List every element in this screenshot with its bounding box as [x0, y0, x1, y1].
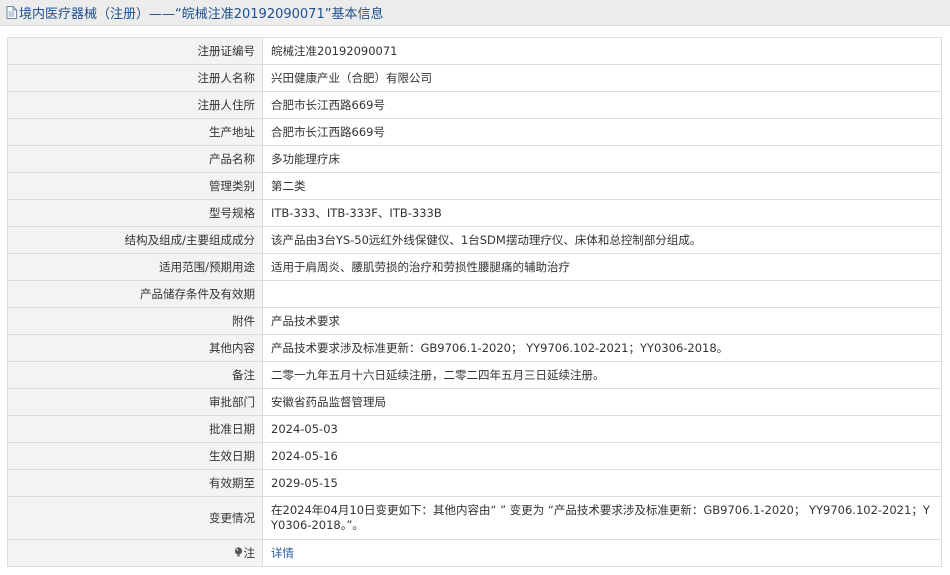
row-value: 2024-05-16: [262, 442, 942, 470]
table-row: 产品名称 多功能理疗床: [7, 145, 942, 173]
row-label: 审批部门: [7, 388, 263, 416]
table-row: 型号规格 ITB-333、ITB-333F、ITB-333B: [7, 199, 942, 227]
row-label: 产品储存条件及有效期: [7, 280, 263, 308]
row-value: 安徽省药品监督管理局: [262, 388, 942, 416]
row-value: 第二类: [262, 172, 942, 200]
row-value: 合肥市长江西路669号: [262, 118, 942, 146]
row-label: 生产地址: [7, 118, 263, 146]
note-label-cell: 注: [7, 539, 263, 567]
row-value: 多功能理疗床: [262, 145, 942, 173]
row-value: 产品技术要求涉及标准更新：GB9706.1-2020； YY9706.102-2…: [262, 334, 942, 362]
note-row: 注 详情: [7, 539, 942, 567]
row-value: 合肥市长江西路669号: [262, 91, 942, 119]
table-row: 备注 二零一九年五月十六日延续注册，二零二四年五月三日延续注册。: [7, 361, 942, 389]
row-value: 产品技术要求: [262, 307, 942, 335]
table-row: 适用范围/预期用途 适用于肩周炎、腰肌劳损的治疗和劳损性腰腿痛的辅助治疗: [7, 253, 942, 281]
table-row: 注册人名称 兴田健康产业（合肥）有限公司: [7, 64, 942, 92]
table-row: 注册证编号 皖械注准20192090071: [7, 37, 942, 65]
row-value: 在2024年04月10日变更如下：其他内容由“ ” 变更为 “产品技术要求涉及标…: [262, 496, 942, 540]
details-link[interactable]: 详情: [271, 546, 294, 560]
table-row: 附件 产品技术要求: [7, 307, 942, 335]
row-label: 注册人名称: [7, 64, 263, 92]
row-value: 二零一九年五月十六日延续注册，二零二四年五月三日延续注册。: [262, 361, 942, 389]
row-label: 型号规格: [7, 199, 263, 227]
table-row: 产品储存条件及有效期: [7, 280, 942, 308]
row-value: 兴田健康产业（合肥）有限公司: [262, 64, 942, 92]
row-label: 生效日期: [7, 442, 263, 470]
lightbulb-icon: [234, 546, 242, 556]
table-row: 审批部门 安徽省药品监督管理局: [7, 388, 942, 416]
table-row: 其他内容 产品技术要求涉及标准更新：GB9706.1-2020； YY9706.…: [7, 334, 942, 362]
row-label: 管理类别: [7, 172, 263, 200]
document-icon: [6, 6, 17, 19]
row-value: 皖械注准20192090071: [262, 37, 942, 65]
table-row: 变更情况 在2024年04月10日变更如下：其他内容由“ ” 变更为 “产品技术…: [7, 496, 942, 540]
page-header: 境内医疗器械（注册）——“皖械注准20192090071”基本信息: [0, 0, 950, 26]
row-label: 变更情况: [7, 496, 263, 540]
row-label: 有效期至: [7, 469, 263, 497]
table-row: 有效期至 2029-05-15: [7, 469, 942, 497]
table-row: 注册人住所 合肥市长江西路669号: [7, 91, 942, 119]
table-row: 生效日期 2024-05-16: [7, 442, 942, 470]
row-label: 备注: [7, 361, 263, 389]
row-label: 结构及组成/主要组成成分: [7, 226, 263, 254]
row-value: [262, 280, 942, 308]
row-label: 其他内容: [7, 334, 263, 362]
table-row: 批准日期 2024-05-03: [7, 415, 942, 443]
table-row: 管理类别 第二类: [7, 172, 942, 200]
note-value: 详情: [262, 539, 942, 567]
row-label: 注册人住所: [7, 91, 263, 119]
table-row: 生产地址 合肥市长江西路669号: [7, 118, 942, 146]
table-row: 结构及组成/主要组成成分 该产品由3台YS-50远红外线保健仪、1台SDM摆动理…: [7, 226, 942, 254]
row-label: 产品名称: [7, 145, 263, 173]
page-title: 境内医疗器械（注册）——“皖械注准20192090071”基本信息: [19, 7, 384, 22]
info-table: 注册证编号 皖械注准20192090071 注册人名称 兴田健康产业（合肥）有限…: [7, 37, 942, 567]
row-value: 2029-05-15: [262, 469, 942, 497]
note-label: 注: [243, 545, 256, 560]
row-value: ITB-333、ITB-333F、ITB-333B: [262, 199, 942, 227]
row-label: 适用范围/预期用途: [7, 253, 263, 281]
row-value: 2024-05-03: [262, 415, 942, 443]
row-label: 附件: [7, 307, 263, 335]
row-value: 适用于肩周炎、腰肌劳损的治疗和劳损性腰腿痛的辅助治疗: [262, 253, 942, 281]
row-label: 注册证编号: [7, 37, 263, 65]
row-value: 该产品由3台YS-50远红外线保健仪、1台SDM摆动理疗仪、床体和总控制部分组成…: [262, 226, 942, 254]
row-label: 批准日期: [7, 415, 263, 443]
